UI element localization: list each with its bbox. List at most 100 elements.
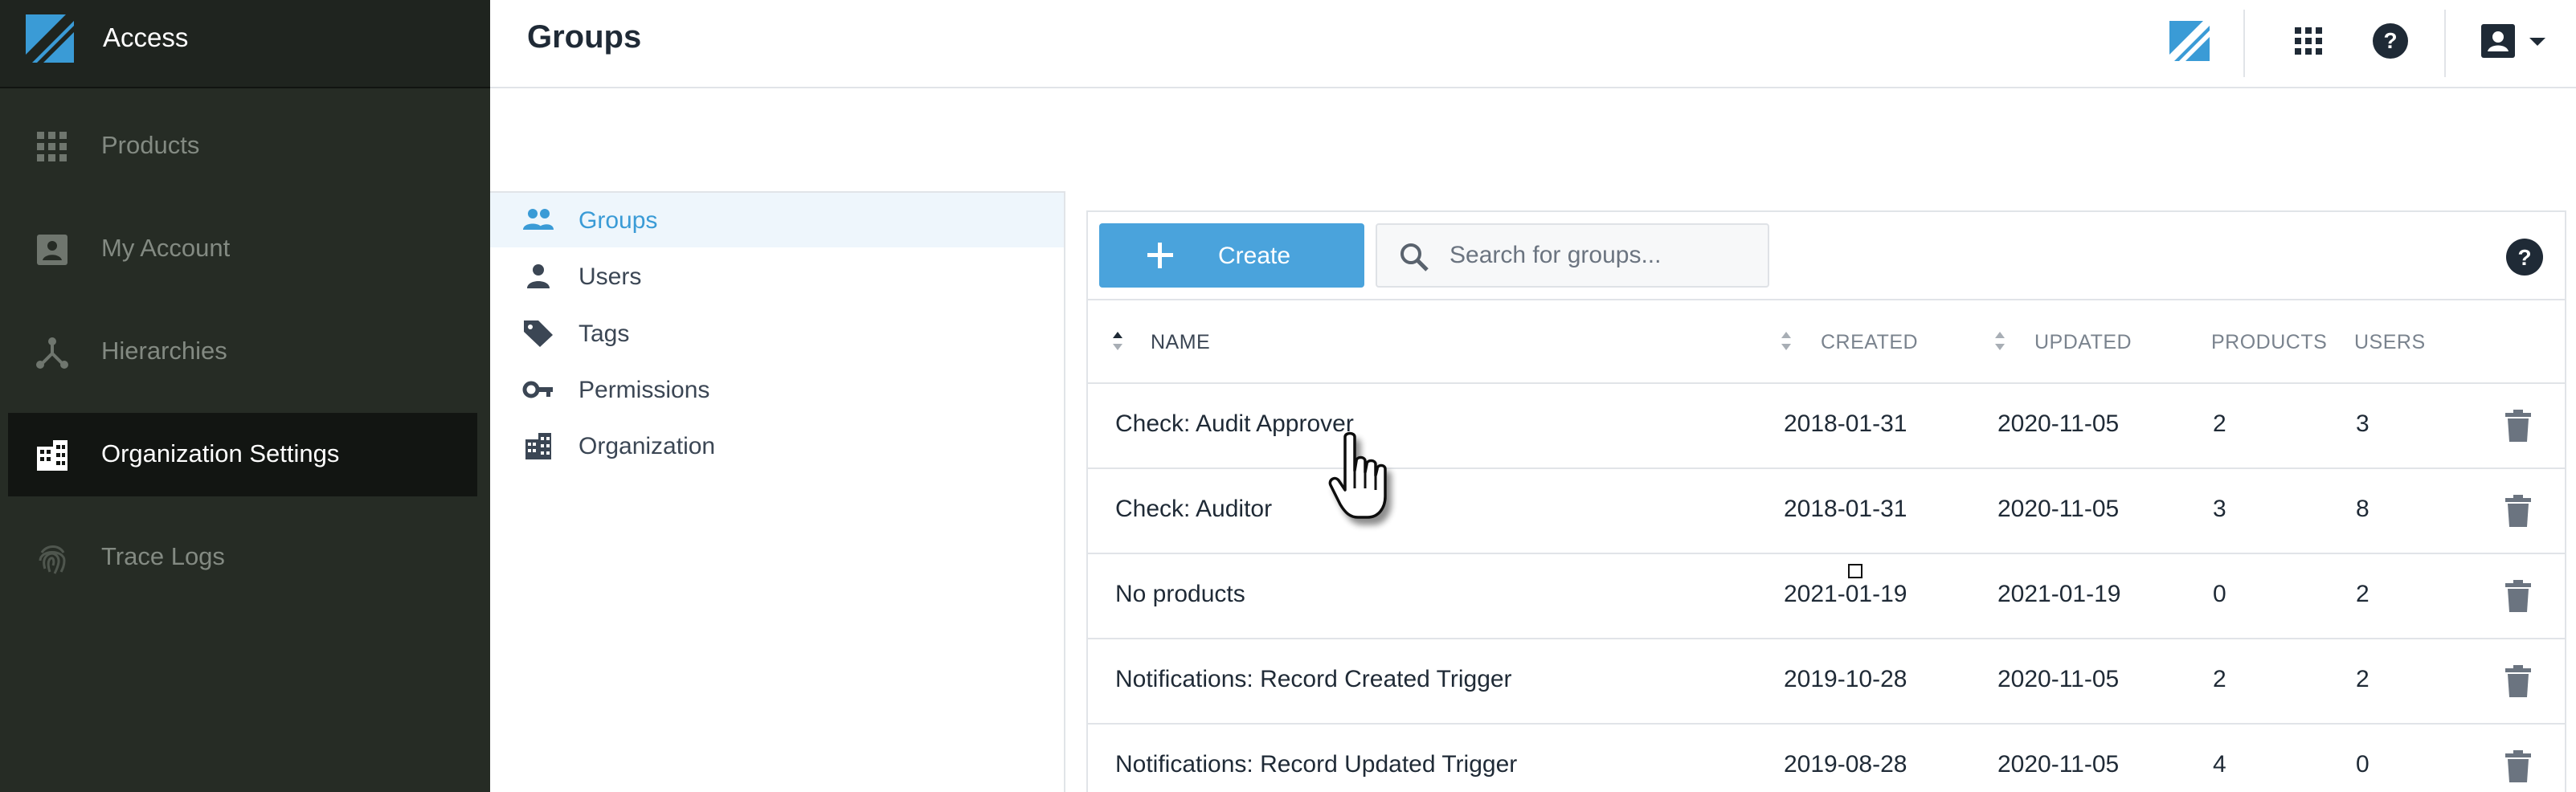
sidebar-item-label: My Account [101,234,231,262]
column-header-products: PRODUCTS [2211,331,2328,353]
trash-icon[interactable] [2502,493,2534,529]
column-header-created[interactable]: CREATED [1821,331,1918,354]
header-divider [2444,10,2446,77]
group-name[interactable]: Notifications: Record Updated Trigger [1115,751,1517,778]
sidebar-brand[interactable]: Access [0,0,490,88]
sort-icon[interactable] [1779,328,1793,355]
sidebar-item-label: Hierarchies [101,337,227,365]
table-row[interactable]: Notifications: Record Created Trigger 20… [1088,639,2565,725]
fingerprint-icon [39,545,66,574]
sidebar-item-label: Organization Settings [101,439,340,467]
header-divider [2243,10,2245,77]
search-icon [1400,243,1429,271]
sidebar-item-label: Trace Logs [101,542,225,570]
users-count: 8 [2356,496,2370,522]
column-header-users: USERS [2354,331,2426,353]
subnav-item-label: Permissions [579,377,710,403]
building-icon [37,440,67,471]
trash-icon[interactable] [2502,663,2534,699]
updated-date: 2020-11-05 [1997,666,2120,692]
main-sidebar: Access Products My Account Hierarchies O… [0,0,490,792]
updated-date: 2020-11-05 [1997,410,2120,437]
subnav-item-users[interactable]: Users [490,249,1064,304]
sidebar-item-trace-logs[interactable]: Trace Logs [8,516,477,599]
users-count: 0 [2356,751,2370,778]
trash-icon[interactable] [2502,408,2534,443]
products-count: 3 [2213,496,2226,522]
settings-subnav: Groups Users Tags Permissions Organizati… [490,191,1065,792]
create-group-button[interactable]: Create [1099,223,1364,288]
caret-down-icon[interactable] [2521,18,2554,64]
subnav-item-label: Users [579,263,642,290]
search-box[interactable] [1376,223,1769,288]
svg-text:?: ? [2517,245,2531,270]
subnav-item-groups[interactable]: Groups [490,193,1064,247]
brand-logo-icon [26,14,74,63]
column-header-updated[interactable]: UPDATED [2034,331,2132,354]
trash-icon[interactable] [2502,578,2534,614]
account-box-icon [37,235,67,265]
selection-marker [1848,564,1862,578]
sidebar-item-hierarchies[interactable]: Hierarchies [8,310,477,394]
grid-icon [37,132,67,161]
subnav-item-label: Groups [579,207,658,234]
products-count: 2 [2213,666,2226,692]
create-button-label: Create [1218,243,1291,269]
group-name[interactable]: Check: Audit Approver [1115,410,1354,438]
created-date: 2019-10-28 [1784,666,1907,692]
sidebar-item-products[interactable]: Products [8,104,477,188]
search-input[interactable] [1450,238,1755,273]
column-header-name[interactable]: NAME [1151,331,1210,354]
created-date: 2021-01-19 [1784,581,1907,607]
table-row[interactable]: Notifications: Record Updated Trigger 20… [1088,725,2565,792]
building-icon [525,433,551,459]
created-date: 2018-01-31 [1784,410,1907,437]
updated-date: 2021-01-19 [1997,581,2121,607]
trash-icon[interactable] [2502,749,2534,784]
people-icon [523,209,554,230]
users-count: 2 [2356,666,2370,692]
key-icon [522,381,553,398]
sidebar-item-organization-settings[interactable]: Organization Settings [8,413,477,496]
subnav-item-organization[interactable]: Organization [490,418,1064,473]
sidebar-item-my-account[interactable]: My Account [8,207,477,291]
sort-ascending-icon[interactable] [1110,328,1125,355]
plus-icon [1147,243,1173,268]
updated-date: 2020-11-05 [1997,751,2120,778]
page-title: Groups [527,19,642,55]
subnav-item-label: Organization [579,433,716,459]
users-count: 2 [2356,581,2370,607]
subnav-item-tags[interactable]: Tags [490,306,1064,361]
sort-icon[interactable] [1993,328,2007,355]
table-row[interactable]: Check: Audit Approver 2018-01-31 2020-11… [1088,384,2565,469]
app-name: Access [103,22,189,52]
help-icon[interactable]: ? [2504,236,2545,278]
subnav-item-label: Tags [579,320,630,347]
group-name[interactable]: No products [1115,581,1245,608]
table-row[interactable]: Check: Auditor 2018-01-31 2020-11-05 3 8 [1088,469,2565,554]
created-date: 2018-01-31 [1784,496,1907,522]
top-header: Groups ? [490,0,2576,88]
brand-logo-icon[interactable] [2166,18,2213,64]
group-name[interactable]: Check: Auditor [1115,496,1272,523]
svg-text:?: ? [2383,28,2397,53]
created-date: 2019-08-28 [1784,751,1907,778]
apps-grid-icon[interactable] [2285,18,2332,64]
subnav-item-permissions[interactable]: Permissions [490,362,1064,417]
products-count: 0 [2213,581,2226,607]
hand-cursor-icon [1328,431,1387,519]
products-count: 2 [2213,410,2226,437]
groups-card: Create ? NAME CREATED UPDATED PRODUCTS U… [1086,210,2566,792]
tag-icon [524,320,553,347]
sidebar-item-label: Products [101,131,200,159]
person-icon [527,264,550,288]
products-count: 4 [2213,751,2226,778]
table-header: NAME CREATED UPDATED PRODUCTS USERS [1088,299,2565,384]
account-menu-icon[interactable] [2475,18,2521,64]
users-count: 3 [2356,410,2370,437]
group-name[interactable]: Notifications: Record Created Trigger [1115,666,1512,693]
updated-date: 2020-11-05 [1997,496,2120,522]
hierarchy-icon [36,337,68,369]
table-row[interactable]: No products 2021-01-19 2021-01-19 0 2 [1088,554,2565,639]
help-icon[interactable]: ? [2367,18,2414,64]
